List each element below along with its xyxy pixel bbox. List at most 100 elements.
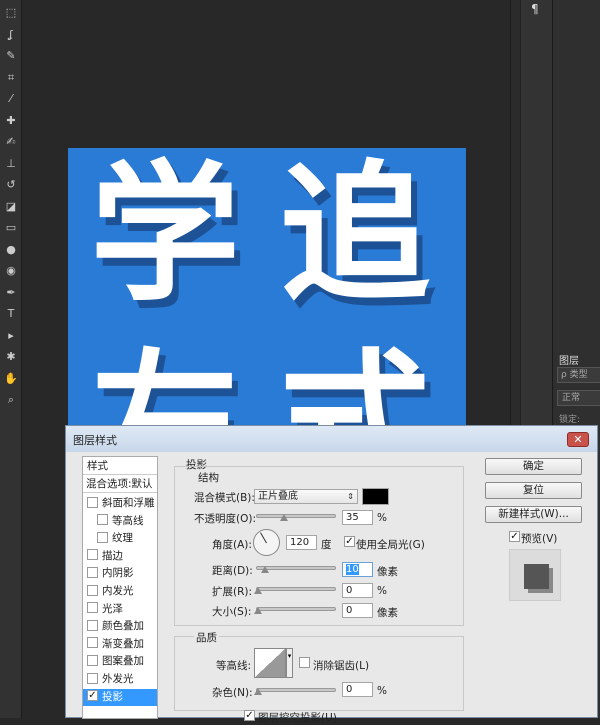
contour-label: 等高线: (216, 660, 252, 672)
history-brush-icon[interactable]: ↺ (4, 178, 18, 192)
distance-value: 10 (346, 564, 359, 575)
distance-input[interactable]: 10 (342, 562, 373, 577)
blend-options-item[interactable]: 混合选项:默认 (83, 476, 157, 493)
style-item[interactable]: 内发光 (83, 583, 157, 600)
noise-slider[interactable] (254, 688, 336, 695)
pen-icon[interactable]: ✒ (4, 286, 18, 300)
blend-mode-select[interactable]: 正片叠底 ⇕ (254, 489, 358, 504)
style-item-label: 颜色叠加 (102, 620, 144, 633)
angle-unit: 度 (321, 539, 332, 551)
style-checkbox[interactable] (97, 514, 108, 526)
style-checkbox[interactable] (97, 531, 108, 543)
style-checkbox[interactable] (87, 566, 98, 578)
ok-button[interactable]: 确定 (485, 458, 582, 475)
shadow-color-swatch[interactable] (362, 488, 389, 505)
eraser-icon[interactable]: ◪ (4, 200, 18, 214)
noise-label: 杂色(N): (212, 687, 253, 699)
layers-tab[interactable]: 图层 (559, 352, 579, 367)
style-item[interactable]: 颜色叠加 (83, 618, 157, 635)
contour-dropdown-icon[interactable]: ▾ (286, 648, 293, 678)
style-item[interactable]: 纹理 (83, 530, 157, 547)
canvas-image: 学 追 左 式 (68, 148, 466, 438)
spread-label: 扩展(R): (212, 586, 253, 598)
angle-input[interactable]: 120 (286, 535, 317, 550)
style-item[interactable]: 渐变叠加 (83, 636, 157, 653)
crop-icon[interactable]: ⌗ (4, 71, 18, 85)
global-light-checkbox[interactable]: ✓ (344, 536, 355, 547)
close-button[interactable]: ✕ (567, 432, 589, 447)
antialias-label: 消除锯齿(L) (313, 660, 370, 672)
style-checkbox[interactable] (87, 584, 98, 596)
type-icon[interactable]: T (4, 307, 18, 321)
knockout-checkbox[interactable]: ✓ (244, 710, 255, 721)
style-item-label: 内发光 (102, 585, 134, 597)
style-item-label: 等高线 (112, 514, 144, 527)
size-slider[interactable] (254, 607, 336, 614)
marquee-icon[interactable]: ⬚ (4, 6, 18, 20)
style-checkbox[interactable] (87, 654, 98, 666)
size-unit: 像素 (377, 607, 398, 619)
style-item[interactable]: 描边 (83, 548, 157, 565)
style-item-label: 投影 (102, 690, 123, 703)
opacity-slider[interactable] (256, 514, 336, 521)
style-checkbox[interactable] (87, 619, 98, 631)
style-checkbox[interactable] (87, 549, 98, 561)
lasso-icon[interactable]: ʆ (4, 28, 18, 42)
antialias-checkbox[interactable] (299, 657, 310, 668)
size-input[interactable]: 0 (342, 603, 373, 618)
blur-icon[interactable]: ● (4, 243, 18, 257)
dialog-titlebar[interactable]: 图层样式 ✕ (66, 426, 597, 452)
style-item[interactable]: 图案叠加 (83, 653, 157, 670)
lock-label: 锁定: (559, 415, 581, 425)
style-item-label: 光泽 (102, 602, 123, 615)
contour-picker[interactable] (254, 648, 286, 678)
style-checkbox[interactable] (87, 496, 98, 508)
dodge-icon[interactable]: ◉ (4, 264, 18, 278)
style-item[interactable]: 内阴影 (83, 565, 157, 582)
blend-mode-select[interactable]: 正常 (557, 390, 600, 406)
spread-input[interactable]: 0 (342, 583, 373, 598)
stamp-icon[interactable]: ⊥ (4, 157, 18, 171)
distance-unit: 像素 (377, 566, 398, 578)
style-item[interactable]: 斜面和浮雕 (83, 495, 157, 512)
distance-slider[interactable] (256, 566, 336, 573)
noise-input[interactable]: 0 (342, 682, 373, 697)
reset-button[interactable]: 复位 (485, 482, 582, 499)
eyedropper-icon[interactable]: ⁄ (4, 92, 18, 106)
new-style-button[interactable]: 新建样式(W)... (485, 506, 582, 523)
preview-checkbox[interactable]: ✓ (509, 531, 520, 542)
quick-select-icon[interactable]: ✎ (4, 49, 18, 63)
angle-dial[interactable] (253, 529, 280, 556)
styles-header[interactable]: 样式 (83, 458, 157, 475)
blend-mode-value: 正片叠底 (258, 491, 298, 502)
path-select-icon[interactable]: ▸ (4, 329, 18, 343)
preview-label: 预览(V) (521, 533, 558, 545)
healing-icon[interactable]: ✚ (4, 114, 18, 128)
opacity-label: 不透明度(O): (194, 513, 256, 525)
layer-search-input[interactable]: ρ 类型 (557, 367, 600, 383)
opacity-input[interactable]: 35 (342, 510, 373, 525)
paragraph-icon[interactable]: ¶ (531, 2, 539, 16)
size-label: 大小(S): (212, 606, 252, 618)
canvas-char: 学 (90, 148, 241, 322)
dialog-title: 图层样式 (73, 434, 117, 447)
global-light-label: 使用全局光(G) (356, 539, 425, 551)
zoom-icon[interactable]: ⌕ (4, 393, 18, 407)
style-checkbox[interactable] (87, 672, 98, 684)
brush-icon[interactable]: ✍ (4, 135, 18, 149)
style-item[interactable]: 光泽 (83, 601, 157, 618)
blend-mode-label: 混合模式(B): (194, 492, 255, 504)
style-checkbox[interactable]: ✓ (87, 690, 98, 702)
style-checkbox[interactable] (87, 637, 98, 649)
gradient-icon[interactable]: ▭ (4, 221, 18, 235)
style-item[interactable]: 等高线 (83, 513, 157, 530)
style-item-label: 渐变叠加 (102, 637, 144, 650)
hand-icon[interactable]: ✋ (4, 372, 18, 386)
spread-slider[interactable] (254, 587, 336, 594)
style-item[interactable]: ✓ 投影 (83, 688, 157, 706)
shape-icon[interactable]: ✱ (4, 350, 18, 364)
style-item[interactable]: 外发光 (83, 671, 157, 688)
style-checkbox[interactable] (87, 602, 98, 614)
styles-list: 样式 混合选项:默认 斜面和浮雕等高线纹理 描边 内阴影内发光光泽颜色叠加渐变叠加图… (82, 456, 158, 719)
tools-panel: ⬚ ʆ ✎ ⌗ ⁄ ✚ ✍ ⊥ ↺ ◪ ▭ ● ◉ ✒ T ▸ ✱ ✋ ⌕ (0, 0, 22, 718)
